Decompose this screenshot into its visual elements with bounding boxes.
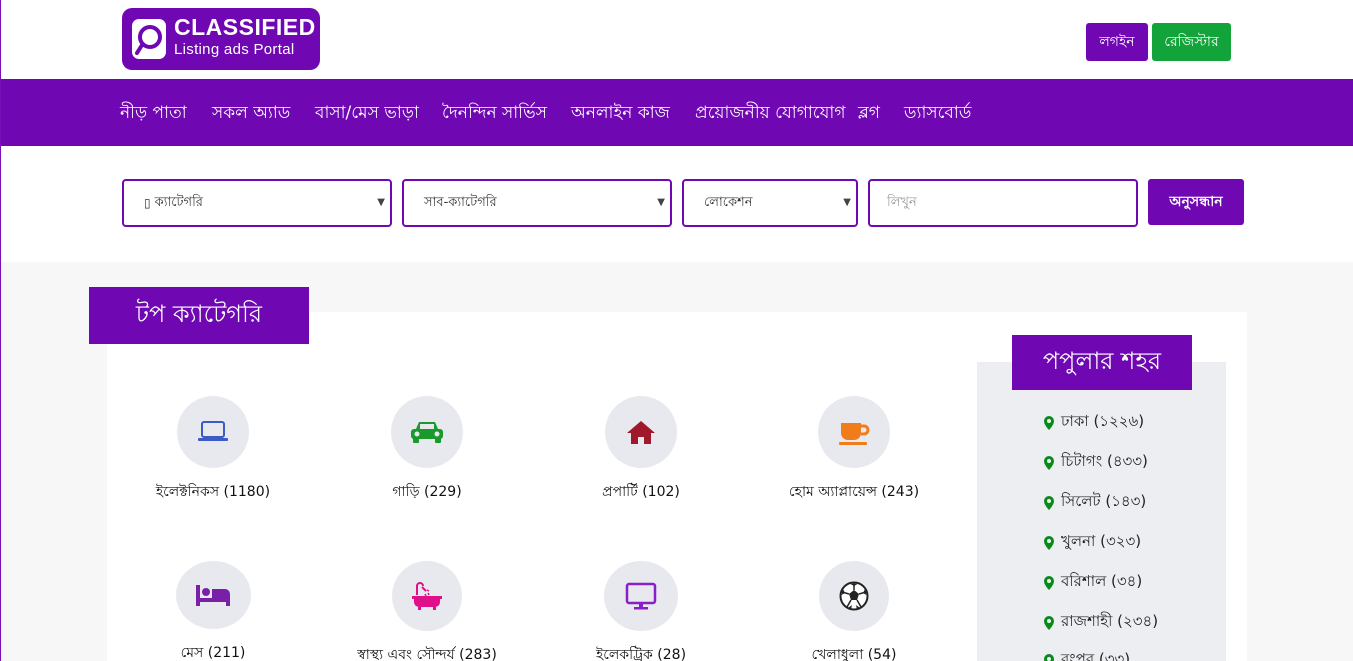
nav-all-ads[interactable]: সকল অ্যাড	[212, 100, 290, 128]
category-label: স্বাস্থ্য এবং সৌন্দর্য (283)	[357, 647, 497, 661]
category-select-value: ক্যাটেগরি	[154, 194, 203, 210]
login-button[interactable]: লগইন	[1086, 23, 1148, 61]
category-item[interactable]: ইলেকট্রিক (28)	[541, 561, 741, 661]
category-icon-circle	[391, 396, 463, 468]
map-pin-icon	[1044, 415, 1054, 430]
category-icon-circle	[604, 561, 678, 631]
site-header: CLASSIFIED Listing ads Portal লগইন রেজিস…	[1, 0, 1353, 79]
map-pin-icon	[1044, 495, 1054, 510]
map-pin-icon	[1044, 455, 1054, 470]
search-input-placeholder: লিখুন	[887, 194, 917, 210]
category-item[interactable]: স্বাস্থ্য এবং সৌন্দর্য (283)	[327, 561, 527, 661]
house-icon	[627, 421, 655, 444]
category-item[interactable]: প্রপার্টি (102)	[541, 396, 741, 504]
city-link[interactable]: ঢাকা (১২২৬)	[1044, 410, 1144, 435]
map-pin-icon	[1044, 653, 1054, 661]
category-label: খেলাধুলা (54)	[811, 647, 897, 661]
category-item[interactable]: মেস (211)	[113, 561, 313, 661]
subcategory-select-value: সাব-ক্যাটেগরি	[424, 194, 497, 210]
city-label: বরিশাল (৩৪)	[1061, 572, 1143, 590]
category-icon-circle	[605, 396, 677, 468]
category-label: ইলেকট্রিক (28)	[595, 647, 687, 661]
bathtub-icon	[412, 582, 442, 610]
city-link[interactable]: খুলনা (৩২৩)	[1044, 530, 1141, 555]
city-link[interactable]: রংপুর (৩৩)	[1044, 648, 1130, 661]
nav-dashboard[interactable]: ড্যাসবোর্ড	[904, 100, 971, 128]
map-pin-icon	[1044, 615, 1054, 630]
chevron-down-icon: ▼	[377, 197, 385, 208]
search-button[interactable]: অনুসন্ধান	[1148, 179, 1244, 225]
nav-online-work[interactable]: অনলাইন কাজ	[571, 100, 670, 128]
city-link[interactable]: সিলেট (১৪৩)	[1044, 490, 1146, 515]
category-item[interactable]: খেলাধুলা (54)	[754, 561, 954, 661]
site-logo[interactable]: CLASSIFIED Listing ads Portal	[122, 8, 320, 70]
city-link[interactable]: রাজশাহী (২৩৪)	[1044, 610, 1158, 635]
top-categories-title: টপ ক্যাটেগরি	[89, 287, 309, 344]
search-input[interactable]: লিখুন	[868, 179, 1138, 227]
category-icon-circle	[177, 396, 249, 468]
city-link[interactable]: চিটাগং (৪৩৩)	[1044, 450, 1148, 475]
nav-daily-service[interactable]: দৈনন্দিন সার্ভিস	[442, 100, 547, 128]
category-glyph-icon: ▯	[144, 196, 151, 210]
city-label: রংপুর (৩৩)	[1061, 650, 1131, 661]
city-label: খুলনা (৩২৩)	[1061, 532, 1142, 550]
category-label: মেস (211)	[180, 645, 246, 661]
map-pin-icon	[1044, 535, 1054, 550]
nav-home[interactable]: নীড় পাতা	[120, 100, 187, 128]
chevron-down-icon: ▼	[657, 197, 665, 208]
city-label: রাজশাহী (২৩৪)	[1061, 612, 1159, 630]
category-item[interactable]: হোম অ্যাপ্লায়েন্স (243)	[754, 396, 954, 504]
laptop-icon	[198, 421, 228, 441]
category-icon-circle	[392, 561, 462, 631]
category-icon-circle	[818, 396, 890, 468]
chevron-down-icon: ▼	[843, 197, 851, 208]
category-select[interactable]: ▯ ক্যাটেগরি ▼	[122, 179, 392, 227]
football-icon	[839, 581, 869, 611]
location-select-value: লোকেশন	[704, 194, 753, 210]
popular-cities-title: পপুলার শহর	[1012, 335, 1192, 390]
city-label: ঢাকা (১২২৬)	[1061, 412, 1145, 430]
logo-subtitle: Listing ads Portal	[174, 41, 295, 58]
category-item[interactable]: ইলেক্টনিকস (1180)	[113, 396, 313, 504]
search-bar: ▯ ক্যাটেগরি ▼ সাব-ক্যাটেগরি ▼ লোকেশন ▼ ল…	[1, 146, 1353, 262]
map-pin-icon	[1044, 575, 1054, 590]
category-item[interactable]: গাড়ি (229)	[327, 396, 527, 504]
category-label: প্রপার্টি (102)	[602, 484, 680, 500]
category-label: ইলেক্টনিকস (1180)	[155, 484, 271, 500]
category-label: গাড়ি (229)	[392, 484, 462, 500]
nav-blog[interactable]: ব্লগ	[858, 100, 880, 128]
category-icon-circle	[175, 561, 251, 629]
register-button[interactable]: রেজিস্টার	[1152, 23, 1231, 61]
location-select[interactable]: লোকেশন ▼	[682, 179, 858, 227]
main-nav: নীড় পাতা সকল অ্যাড বাসা/মেস ভাড়া দৈনন্…	[1, 79, 1353, 146]
city-label: সিলেট (১৪৩)	[1061, 492, 1147, 510]
city-label: চিটাগং (৪৩৩)	[1061, 452, 1148, 470]
category-icon-circle	[819, 561, 889, 631]
subcategory-select[interactable]: সাব-ক্যাটেগরি ▼	[402, 179, 672, 227]
logo-magnifier-icon	[132, 19, 166, 59]
city-link[interactable]: বরিশাল (৩৪)	[1044, 570, 1142, 595]
monitor-icon	[625, 582, 657, 610]
bed-icon	[196, 585, 230, 606]
category-label: হোম অ্যাপ্লায়েন্স (243)	[788, 484, 920, 500]
nav-house-rent[interactable]: বাসা/মেস ভাড়া	[315, 100, 419, 128]
coffee-cup-icon	[839, 423, 870, 445]
logo-title: CLASSIFIED	[174, 14, 316, 40]
nav-contacts[interactable]: প্রয়োজনীয় যোগাযোগ	[695, 100, 846, 128]
car-icon	[411, 422, 443, 443]
